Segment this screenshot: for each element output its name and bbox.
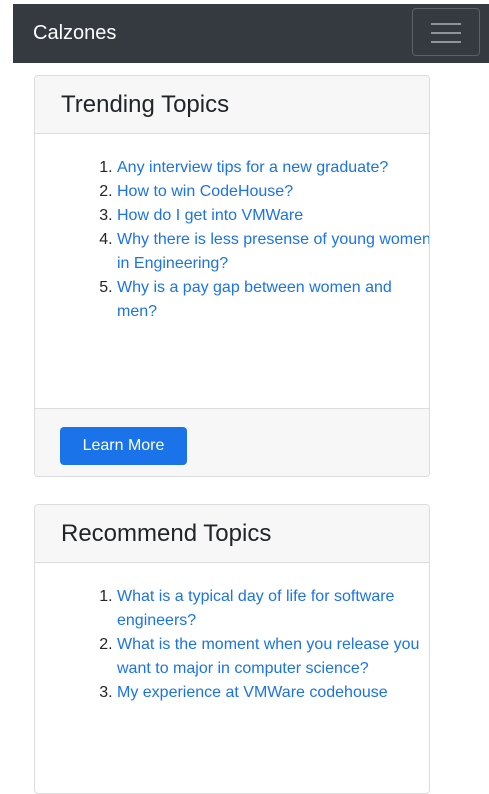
- topic-list: What is a typical day of life for softwa…: [35, 585, 429, 705]
- card-title: Trending Topics: [61, 91, 230, 118]
- card-footer: Learn More: [35, 408, 429, 476]
- topic-link[interactable]: Why there is less presense of young wome…: [117, 231, 429, 272]
- learn-more-button[interactable]: Learn More: [60, 427, 187, 465]
- list-item: My experience at VMWare codehouse: [117, 681, 429, 705]
- topic-link[interactable]: How do I get into VMWare: [117, 207, 303, 224]
- card-header: Trending Topics: [35, 76, 429, 134]
- navbar-brand[interactable]: Calzones: [33, 4, 116, 63]
- list-item: How to win CodeHouse?: [117, 180, 429, 204]
- trending-topics-card: Trending Topics Any interview tips for a…: [34, 75, 430, 477]
- card-header: Recommend Topics: [35, 505, 429, 563]
- topic-list: Any interview tips for a new graduate? H…: [35, 156, 429, 324]
- topic-link[interactable]: My experience at VMWare codehouse: [117, 684, 388, 701]
- list-item: Why there is less presense of young wome…: [117, 228, 429, 276]
- list-item: Why is a pay gap between women and men?: [117, 276, 429, 324]
- topic-link[interactable]: What is the moment when you release you …: [117, 636, 419, 677]
- recommend-topics-card: Recommend Topics What is a typical day o…: [34, 504, 430, 794]
- navbar-toggler-button[interactable]: [412, 8, 480, 56]
- list-item: Any interview tips for a new graduate?: [117, 156, 429, 180]
- topic-link[interactable]: How to win CodeHouse?: [117, 183, 293, 200]
- navbar: Calzones: [13, 4, 489, 63]
- list-item: What is a typical day of life for softwa…: [117, 585, 429, 633]
- topic-link[interactable]: Any interview tips for a new graduate?: [117, 159, 388, 176]
- topic-link[interactable]: What is a typical day of life for softwa…: [117, 588, 394, 629]
- card-title: Recommend Topics: [61, 520, 272, 547]
- topic-link[interactable]: Why is a pay gap between women and men?: [117, 279, 392, 320]
- list-item: How do I get into VMWare: [117, 204, 429, 228]
- list-item: What is the moment when you release you …: [117, 633, 429, 681]
